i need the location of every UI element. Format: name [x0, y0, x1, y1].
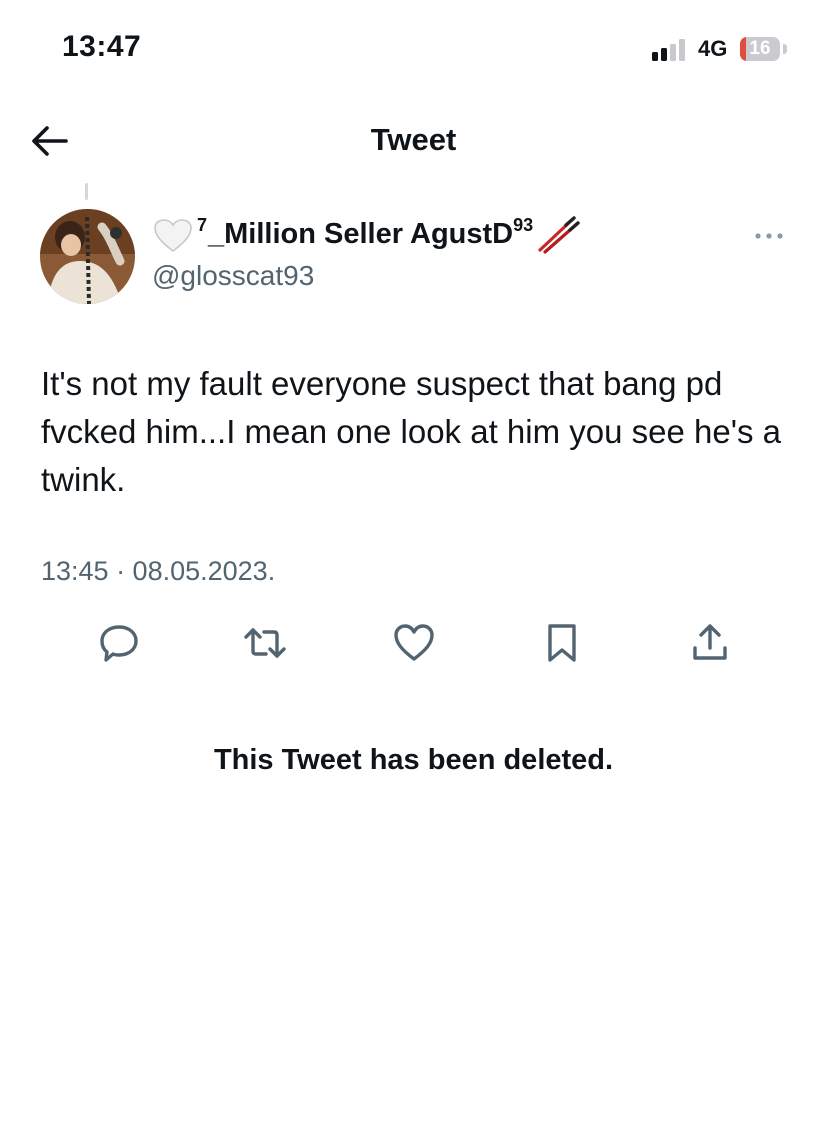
battery-nub [783, 44, 787, 54]
status-time: 13:47 [62, 30, 142, 63]
author-name-prefix: 7 [197, 215, 208, 235]
like-icon [394, 624, 434, 661]
avatar[interactable] [40, 209, 135, 304]
tweet-text: It's not my fault everyone suspect that … [41, 365, 782, 498]
signal-icon [652, 37, 690, 61]
reply-button[interactable] [96, 620, 142, 666]
author-handle[interactable]: @glosscat93 [152, 260, 314, 292]
battery-icon: 16 [740, 37, 780, 61]
like-button[interactable] [391, 620, 437, 666]
author-name-main: _Million Seller AgustD [208, 218, 514, 250]
tweet-timestamp[interactable]: 13:45 · 08.05.2023. [41, 556, 275, 587]
thread-line [85, 183, 88, 200]
battery-level: 16 [749, 38, 771, 59]
bookmark-button[interactable] [539, 620, 585, 666]
network-type: 4G [698, 36, 728, 61]
chopsticks-icon [538, 216, 580, 254]
share-button[interactable] [687, 620, 733, 666]
share-icon [693, 624, 727, 660]
bookmark-icon [548, 624, 576, 662]
more-options-button[interactable] [752, 228, 786, 244]
author-name-suffix: 93 [513, 215, 534, 235]
more-options-icon [755, 233, 783, 239]
reply-icon [100, 625, 138, 662]
retweet-icon [244, 628, 286, 658]
deleted-tweet-notice: This Tweet has been deleted. [213, 744, 614, 776]
author-name[interactable]: 7 _Million Seller AgustD 93 [153, 215, 580, 254]
page-title: Tweet [370, 122, 457, 157]
retweet-button[interactable] [242, 620, 288, 666]
white-heart-icon [154, 219, 192, 253]
